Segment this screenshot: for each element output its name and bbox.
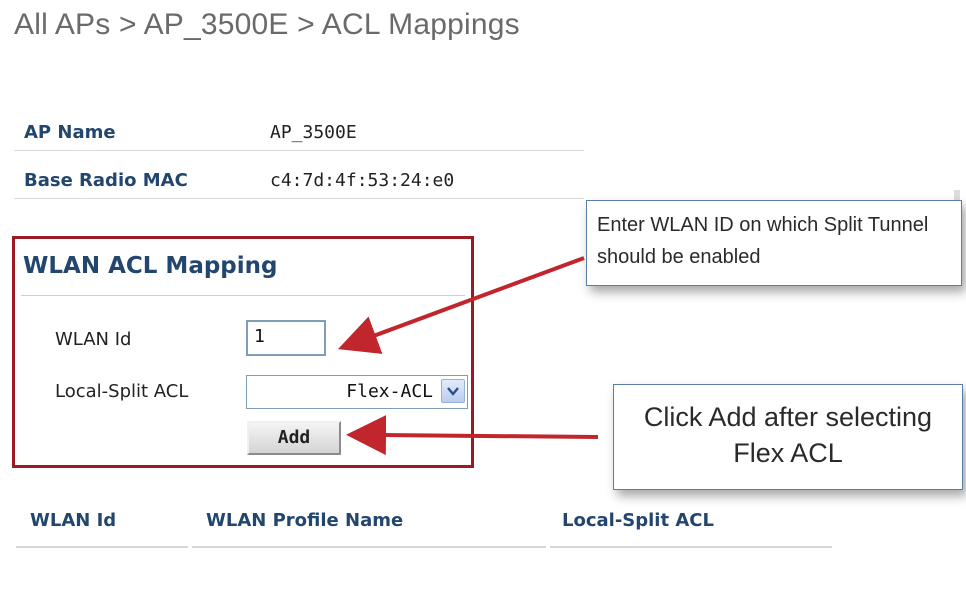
- base-radio-mac-label: Base Radio MAC: [24, 170, 188, 191]
- column-header-wlan-profile-name[interactable]: WLAN Profile Name: [206, 510, 403, 531]
- base-radio-mac-value: c4:7d:4f:53:24:e0: [270, 170, 455, 191]
- ap-name-value: AP_3500E: [270, 122, 357, 143]
- local-split-acl-label: Local-Split ACL: [55, 381, 189, 402]
- local-split-acl-selected: Flex-ACL: [346, 381, 433, 402]
- column-underline: [16, 546, 188, 548]
- chevron-down-icon: [447, 387, 459, 396]
- add-button[interactable]: Add: [247, 421, 341, 455]
- breadcrumb: All APs > AP_3500E > ACL Mappings: [14, 8, 520, 41]
- wlan-id-label: WLAN Id: [55, 329, 132, 350]
- wlan-id-hint-callout: Enter WLAN ID on which Split Tunnel shou…: [586, 200, 962, 286]
- local-split-acl-select[interactable]: Flex-ACL: [246, 375, 468, 409]
- wlan-id-input[interactable]: 1: [246, 320, 326, 356]
- select-arrow-button[interactable]: [441, 379, 465, 403]
- column-underline: [192, 546, 546, 548]
- ap-name-row: AP Name AP_3500E: [14, 118, 584, 151]
- wlan-acl-mapping-title: WLAN ACL Mapping: [23, 253, 278, 279]
- column-header-wlan-id[interactable]: WLAN Id: [30, 510, 116, 531]
- add-hint-callout: Click Add after selecting Flex ACL: [613, 384, 963, 490]
- column-header-local-split-acl[interactable]: Local-Split ACL: [562, 510, 714, 531]
- ap-name-label: AP Name: [24, 122, 116, 143]
- base-radio-mac-row: Base Radio MAC c4:7d:4f:53:24:e0: [14, 166, 584, 199]
- column-underline: [550, 546, 832, 548]
- wlan-acl-mapping-panel: WLAN ACL Mapping WLAN Id 1 Local-Split A…: [12, 236, 474, 468]
- panel-divider: [21, 295, 465, 296]
- acl-mappings-page: All APs > AP_3500E > ACL Mappings AP Nam…: [0, 0, 966, 592]
